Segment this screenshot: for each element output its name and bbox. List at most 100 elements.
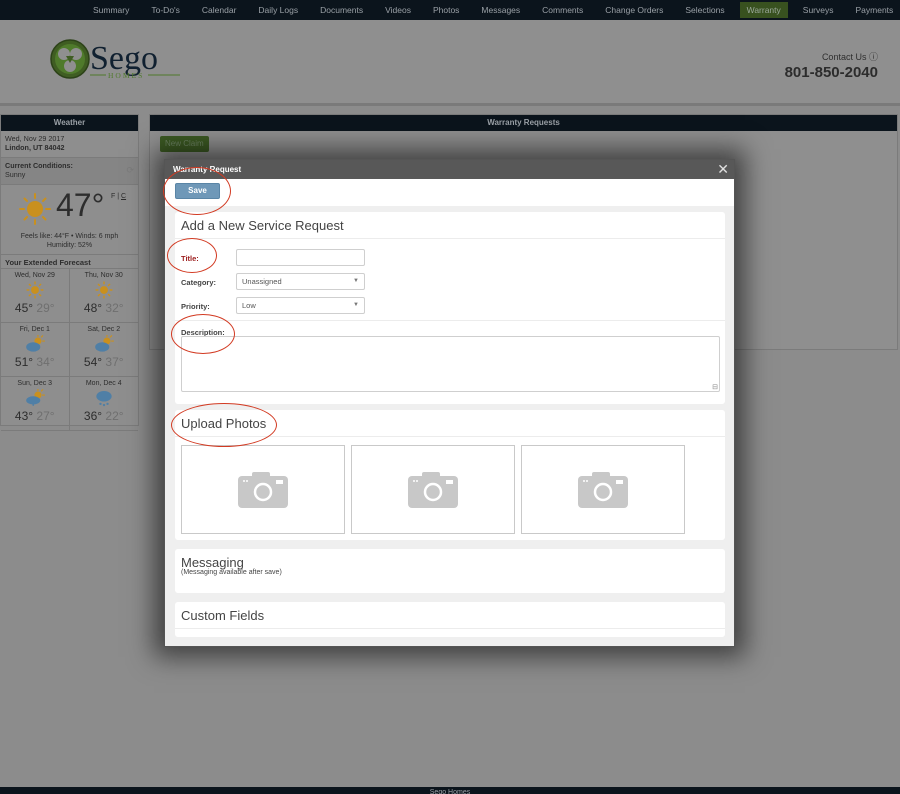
forecast-day-label: Sat, Dec 2 — [87, 326, 121, 333]
forecast-day: Fri, Dec 1 51° 34° — [1, 323, 70, 377]
logo[interactable]: Sego HOMES — [48, 35, 188, 99]
forecast-high: 51° — [14, 355, 34, 369]
title-label: Title: — [181, 254, 199, 263]
weather-widget: Weather Wed, Nov 29 2017 Lindon, UT 8404… — [0, 114, 139, 431]
category-select[interactable]: Unassigned ▼ — [236, 273, 365, 290]
contact-block: Contact Us ⓘ 801-850-2040 — [785, 50, 878, 81]
nav-calendar[interactable]: Calendar — [195, 2, 244, 18]
forecast-day: Thu, Nov 30 48° 32° — [69, 269, 138, 323]
forecast-title: Your Extended Forecast — [1, 255, 138, 269]
sego-logo-icon: Sego HOMES — [50, 39, 180, 80]
forecast-high: 36° — [83, 409, 103, 423]
contact-us-link[interactable]: Contact Us ⓘ — [785, 50, 878, 63]
nav-comments[interactable]: Comments — [535, 2, 590, 18]
new-claim-button[interactable]: New Claim — [160, 136, 209, 152]
modal-toolbar: Save — [165, 179, 734, 206]
forecast-day-label: Sun, Dec 3 — [17, 380, 53, 387]
weather-date-location: Wed, Nov 29 2017 Lindon, UT 84042 — [1, 131, 138, 158]
unit-c[interactable]: C — [121, 193, 126, 200]
photo-upload-slot[interactable] — [351, 445, 515, 534]
upload-photos-card: Upload Photos — [175, 410, 725, 540]
description-textarea[interactable]: ⊟ — [181, 336, 720, 392]
nav-messages[interactable]: Messages — [474, 2, 527, 18]
camera-icon — [238, 471, 288, 508]
forecast-low: 32° — [105, 301, 124, 315]
current-temperature: 47° — [56, 187, 105, 223]
refresh-icon[interactable]: ⟳ — [126, 165, 134, 176]
upload-photos-title: Upload Photos — [175, 410, 725, 437]
close-icon[interactable]: ✕ — [717, 160, 729, 179]
service-request-title: Add a New Service Request — [175, 212, 725, 239]
priority-select[interactable]: Low ▼ — [236, 297, 365, 314]
forecast-day-label: Fri, Dec 1 — [19, 326, 50, 333]
messaging-card: Messaging (Messaging available after sav… — [175, 549, 725, 593]
top-nav: Summary To-Do's Calendar Daily Logs Docu… — [0, 0, 900, 20]
chevron-down-icon: ▼ — [353, 302, 359, 308]
site-header: Sego HOMES Contact Us ⓘ 801-850-2040 — [0, 20, 900, 106]
nav-documents[interactable]: Documents — [313, 2, 370, 18]
footer: Sego Homes — [0, 787, 900, 794]
forecast-day: Sat, Dec 2 54° 37° — [69, 323, 138, 377]
messaging-title: Messaging — [181, 555, 244, 570]
forecast-low: 37° — [105, 355, 124, 369]
weather-date: Wed, Nov 29 2017 — [5, 134, 65, 143]
forecast-day: Wed, Nov 29 45° 29° — [1, 269, 70, 323]
current-weather: 47° F | C Feels like: 44°F • Winds: 6 mp… — [1, 185, 138, 255]
panel-title: Warranty Requests — [150, 115, 897, 131]
forecast-low: 22° — [105, 409, 124, 423]
forecast-day: Mon, Dec 4 36° 22° — [69, 377, 138, 431]
forecast-grid: Wed, Nov 29 45° 29° Thu, Nov 30 48° 32° … — [1, 269, 138, 431]
nav-todos[interactable]: To-Do's — [144, 2, 187, 18]
forecast-low: 34° — [36, 355, 55, 369]
conditions-label: Current Conditions: — [5, 161, 73, 170]
priority-value: Low — [242, 301, 256, 310]
sun-icon — [95, 281, 113, 299]
forecast-high: 43° — [14, 409, 34, 423]
nav-photos[interactable]: Photos — [426, 2, 466, 18]
footer-text: Sego Homes — [429, 789, 471, 794]
warranty-request-modal: Warranty Request ✕ Save Add a New Servic… — [164, 159, 735, 647]
nav-payments[interactable]: Payments — [849, 2, 900, 18]
unit-toggle[interactable]: F | C — [111, 193, 126, 200]
nav-videos[interactable]: Videos — [378, 2, 418, 18]
forecast-day-label: Thu, Nov 30 — [84, 272, 123, 279]
nav-surveys[interactable]: Surveys — [796, 2, 841, 18]
sun-icon — [26, 281, 44, 299]
custom-fields-card: Custom Fields — [175, 602, 725, 637]
category-value: Unassigned — [242, 277, 282, 286]
nav-selections[interactable]: Selections — [678, 2, 731, 18]
save-button[interactable]: Save — [175, 183, 220, 199]
forecast-high: 48° — [83, 301, 103, 315]
nav-warranty[interactable]: Warranty — [739, 2, 788, 18]
humidity: Humidity: 52% — [46, 242, 93, 249]
camera-icon — [578, 471, 628, 508]
forecast-low: 29° — [36, 301, 55, 315]
messaging-note: (Messaging available after save) — [181, 569, 282, 576]
phone-number[interactable]: 801-850-2040 — [785, 64, 878, 81]
service-request-card: Add a New Service Request Title: Categor… — [175, 212, 725, 404]
forecast-high: 54° — [83, 355, 103, 369]
category-label: Category: — [181, 278, 217, 287]
current-conditions: Current Conditions: Sunny ⟳ — [1, 158, 138, 185]
modal-title-bar: Warranty Request ✕ — [165, 160, 734, 179]
feels-like: Feels like: 44°F • Winds: 6 mph — [20, 233, 119, 240]
partly-cloudy-snow-icon — [25, 389, 45, 406]
divider — [175, 320, 725, 321]
title-input[interactable] — [236, 249, 365, 266]
nav-daily-logs[interactable]: Daily Logs — [251, 2, 305, 18]
snow-cloud-icon — [96, 390, 112, 407]
forecast-day-label: Wed, Nov 29 — [14, 272, 55, 279]
forecast-low: 27° — [36, 409, 55, 423]
nav-summary[interactable]: Summary — [86, 2, 136, 18]
info-icon: ⓘ — [868, 52, 878, 62]
weather-details: Feels like: 44°F • Winds: 6 mph Humidity… — [1, 232, 138, 250]
partly-cloudy-icon — [94, 335, 114, 352]
chevron-down-icon: ▼ — [353, 278, 359, 284]
unit-f[interactable]: F — [111, 193, 115, 200]
forecast-day: Sun, Dec 3 43° 27° — [1, 377, 70, 431]
forecast-day-label: Mon, Dec 4 — [85, 380, 122, 387]
resize-handle-icon[interactable]: ⊟ — [712, 383, 718, 391]
photo-upload-slot[interactable] — [181, 445, 345, 534]
photo-upload-slot[interactable] — [521, 445, 685, 534]
nav-change-orders[interactable]: Change Orders — [598, 2, 670, 18]
